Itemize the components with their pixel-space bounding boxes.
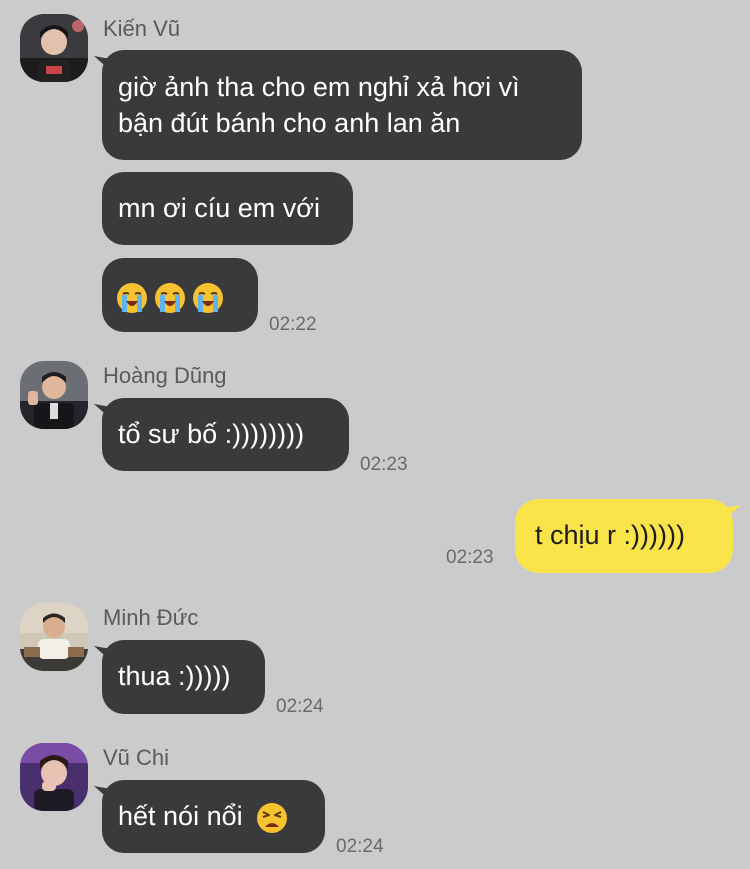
message-timestamp: 02:22	[269, 314, 317, 335]
message-line: tổ sư bố :))))))))	[118, 419, 305, 449]
my-message-bubble[interactable]: t chịu r :))))))	[515, 499, 733, 573]
message-bubble[interactable]: hết nói nổi	[102, 780, 325, 853]
loudly-crying-face-icon	[192, 282, 224, 314]
message-timestamp: 02:23	[360, 454, 408, 475]
message-bubble[interactable]: mn ơi cíu em với	[102, 172, 353, 245]
weary-face-icon	[256, 802, 288, 834]
message-line: thua :)))))	[118, 661, 231, 691]
message-timestamp: 02:24	[276, 696, 324, 717]
sender-name: Hoàng Dũng	[103, 363, 227, 388]
message-text: hết nói nổi	[118, 801, 243, 831]
sender-name: Vũ Chi	[103, 745, 170, 770]
message-bubble[interactable]: giờ ảnh tha cho em nghỉ xả hơi vì bận đú…	[102, 50, 582, 160]
loudly-crying-face-icon	[154, 282, 186, 314]
message-line: bận đút bánh cho anh lan ăn	[118, 108, 461, 138]
message-line: t chịu r :))))))	[535, 520, 685, 550]
message-bubble[interactable]	[102, 258, 258, 332]
avatar-vu-chi[interactable]	[20, 743, 88, 811]
avatar-hoang-dung[interactable]	[20, 361, 88, 429]
message-line: mn ơi cíu em với	[118, 193, 320, 223]
message-bubble[interactable]: tổ sư bố :))))))))	[102, 398, 349, 471]
sender-name: Minh Đức	[103, 605, 199, 630]
message-bubble[interactable]: thua :)))))	[102, 640, 265, 714]
message-line: giờ ảnh tha cho em nghỉ xả hơi vì	[118, 72, 520, 102]
avatar-kien-vu[interactable]	[20, 14, 88, 82]
message-timestamp: 02:23	[446, 547, 494, 568]
avatar-minh-duc[interactable]	[20, 603, 88, 671]
sender-name: Kiến Vũ	[103, 16, 181, 41]
message-timestamp: 02:24	[336, 836, 384, 857]
loudly-crying-face-icon	[116, 282, 148, 314]
